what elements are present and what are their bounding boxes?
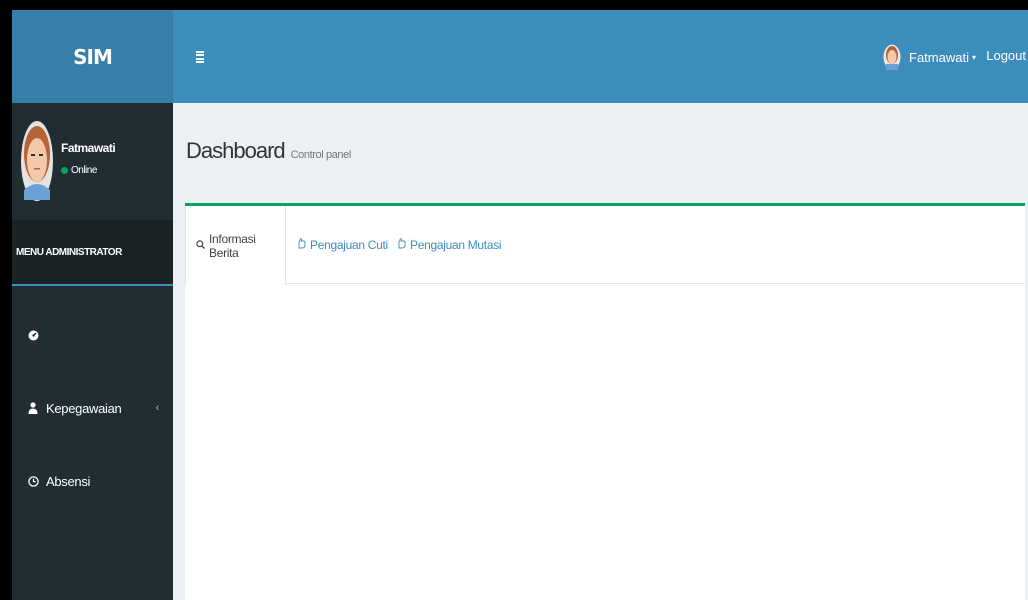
- page-title: Dashboard: [186, 138, 286, 163]
- online-status: Online: [61, 165, 97, 176]
- menu-header: MENU ADMINISTRATOR: [12, 220, 173, 286]
- sidebar: Fatmawati Online MENU ADMINISTRATOR Kepe…: [12, 103, 173, 600]
- online-dot-icon: [61, 167, 68, 174]
- chevron-left-icon: ‹: [155, 402, 160, 414]
- user-panel: Fatmawati Online: [12, 103, 173, 220]
- sidebar-toggle-icon[interactable]: [196, 51, 204, 63]
- tab-label: Informasi Berita: [209, 231, 256, 260]
- sidebar-item-absensi[interactable]: Absensi: [12, 461, 173, 501]
- tab-informasi-berita[interactable]: Informasi Berita: [185, 206, 286, 285]
- tab-label: Pengajuan Cuti: [310, 238, 388, 252]
- tab-box: Informasi Berita Pengajuan Cuti Pengajua…: [185, 203, 1025, 600]
- sidebar-user-name: Fatmawati: [61, 141, 116, 155]
- page-subtitle: Control panel: [290, 149, 352, 161]
- user-avatar-icon: [883, 44, 901, 70]
- tab-pengajuan-cuti[interactable]: Pengajuan Cuti: [297, 206, 388, 284]
- content-header: Dashboard Control panel: [186, 138, 351, 164]
- avatar: [21, 121, 53, 201]
- app-frame: SIM Fatmawati ▾ Logout Fatmawati Online …: [12, 10, 1028, 600]
- app-logo[interactable]: SIM: [12, 10, 173, 103]
- hand-icon: [397, 238, 406, 252]
- sidebar-item-label: Kepegawaian: [46, 400, 122, 416]
- clock-icon: [26, 475, 40, 487]
- user-menu-dropdown[interactable]: Fatmawati ▾: [883, 40, 976, 74]
- tab-bar: Informasi Berita Pengajuan Cuti Pengajua…: [185, 206, 1025, 285]
- navbar: Fatmawati ▾ Logout: [173, 10, 1028, 103]
- caret-down-icon: ▾: [971, 52, 976, 62]
- tab-label: Pengajuan Mutasi: [410, 238, 502, 252]
- search-icon: [196, 239, 205, 252]
- hand-icon: [297, 238, 306, 252]
- sidebar-item-label: Absensi: [46, 473, 91, 489]
- sidebar-item-dashboard[interactable]: [12, 315, 173, 355]
- dashboard-icon: [26, 330, 40, 341]
- main-header: SIM Fatmawati ▾ Logout: [12, 10, 1028, 103]
- online-status-label: Online: [71, 165, 97, 176]
- user-icon: [26, 402, 40, 414]
- tab-pengajuan-mutasi[interactable]: Pengajuan Mutasi: [397, 206, 502, 284]
- user-menu-name: Fatmawati: [909, 49, 969, 65]
- sidebar-item-kepegawaian[interactable]: Kepegawaian ‹: [12, 388, 173, 428]
- logout-button[interactable]: Logout: [986, 48, 1026, 63]
